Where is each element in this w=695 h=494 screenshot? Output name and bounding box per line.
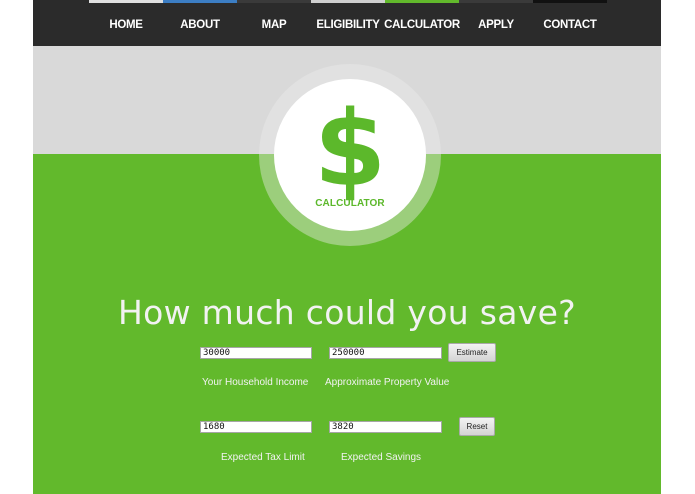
nav-item-calculator[interactable]: CALCULATOR [384,0,460,46]
savings-output[interactable] [329,421,442,433]
top-navigation: HOME ABOUT MAP ELIGIBILITY CALCULATOR AP… [33,0,661,46]
nav-item-about[interactable]: ABOUT [163,0,237,46]
nav-item-contact[interactable]: CONTACT [533,0,607,46]
dollar-icon: $ [313,88,387,210]
hero-icon-circle: $ CALCULATOR [274,79,426,231]
tax-limit-label: Expected Tax Limit [221,452,305,463]
nav-item-eligibility[interactable]: ELIGIBILITY [311,0,385,46]
household-income-input[interactable] [200,347,312,359]
nav-item-apply[interactable]: APPLY [459,0,533,46]
hero-icon-label: CALCULATOR [315,198,385,209]
household-income-label: Your Household Income [202,377,309,388]
page-frame: HOME ABOUT MAP ELIGIBILITY CALCULATOR AP… [33,0,661,494]
property-value-input[interactable] [329,347,442,359]
nav-item-map[interactable]: MAP [237,0,311,46]
savings-label: Expected Savings [341,452,422,463]
estimate-button[interactable]: Estimate [448,343,496,362]
property-value-label: Approximate Property Value [325,377,450,388]
nav-item-home[interactable]: HOME [89,0,163,46]
page-heading: How much could you save? [117,293,577,332]
reset-button[interactable]: Reset [459,417,495,436]
tax-limit-output[interactable] [200,421,312,433]
